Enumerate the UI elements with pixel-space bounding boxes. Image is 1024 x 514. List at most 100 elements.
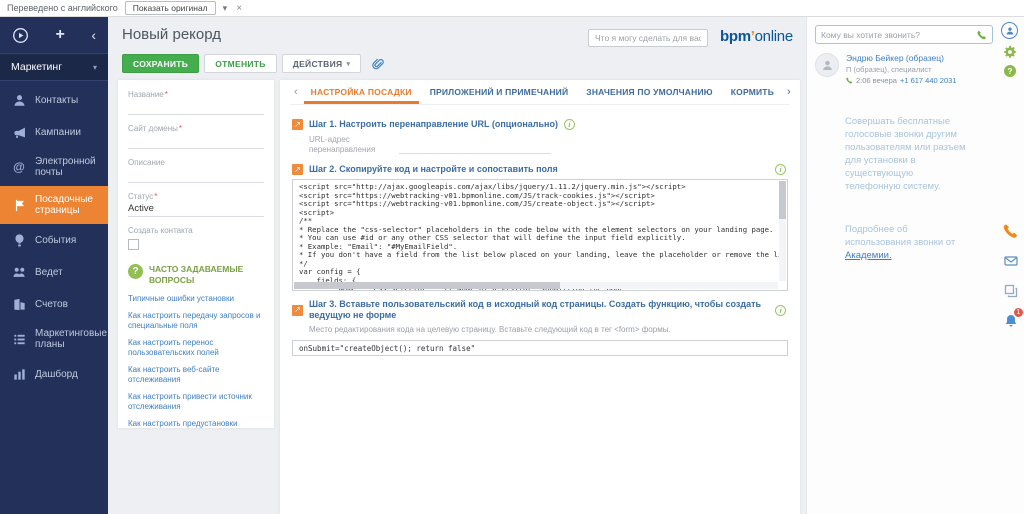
faq-link[interactable]: Типичные ошибки установки — [128, 294, 264, 304]
code-vertical-scrollbar-thumb[interactable] — [779, 181, 786, 219]
agent-call-row: 2:06 вечера +1 617 440 2031 — [846, 76, 956, 85]
landing-setup-content: ↗ Шаг 1. Настроить перенаправление URL (… — [290, 105, 790, 356]
tab-landing-setup[interactable]: НАСТРОЙКА ПОСАДКИ — [302, 80, 421, 104]
step2-title: Шаг 2. Скопируйте код и настройте и сопо… — [309, 164, 558, 174]
name-field[interactable] — [128, 100, 264, 115]
notification-badge: 1 — [1013, 307, 1024, 318]
step1-info-icon[interactable]: i — [563, 119, 575, 130]
workspace-label: Маркетинг — [11, 61, 63, 73]
step-arrow-icon: ↗ — [292, 119, 303, 130]
call-search-input[interactable] — [821, 29, 973, 40]
user-profile-icon[interactable] — [1001, 22, 1018, 39]
add-record-icon[interactable]: + — [55, 27, 64, 43]
description-field[interactable] — [128, 168, 264, 183]
step1-title: Шаг 1. Настроить перенаправление URL (оп… — [309, 119, 558, 129]
agent-avatar[interactable] — [815, 53, 839, 77]
tracking-code: <script src="http://ajax.googleapis.com/… — [299, 182, 787, 290]
panel-settings-gear-icon[interactable] — [1003, 45, 1017, 59]
code-vertical-scrollbar[interactable] — [779, 181, 786, 281]
workspace-selector[interactable]: Маркетинг ▾ — [0, 53, 108, 81]
collapse-sidebar-icon[interactable]: ‹ — [91, 27, 96, 43]
agent-name[interactable]: Эндрю Бейкер (образец) — [846, 53, 956, 63]
list-icon — [11, 331, 27, 347]
workspace-caret-icon: ▾ — [92, 62, 97, 72]
sidebar-item-leads[interactable]: Ведет — [0, 256, 108, 288]
onsubmit-code-field[interactable]: onSubmit="createObject(); return false" — [292, 340, 788, 356]
record-form-card: Название* Сайт домены* Описание Статус* … — [118, 80, 274, 428]
sidebar-item-accounts[interactable]: Счетов — [0, 288, 108, 320]
small-phone-icon — [846, 77, 853, 84]
faq-link[interactable]: Как настроить перенос пользовательских п… — [128, 338, 264, 358]
status-field[interactable]: Active — [128, 202, 264, 217]
tabs-scroll-right-icon[interactable]: › — [783, 86, 795, 98]
paperclip-icon[interactable] — [371, 57, 385, 71]
tab-feed[interactable]: КОРМИТЬ — [722, 80, 783, 104]
agent-info: Эндрю Бейкер (образец) П (образец), спец… — [846, 53, 956, 85]
sidebar-item-label: Электронной почты — [35, 156, 96, 178]
faq-link[interactable]: Как настроить передачу запросов и специа… — [128, 311, 264, 331]
faq-link[interactable]: Как настроить привести источник отслежив… — [128, 392, 264, 412]
create-contact-checkbox[interactable] — [128, 239, 139, 250]
sidebar-item-dashboard[interactable]: Дашборд — [0, 358, 108, 390]
step2-info-icon[interactable]: i — [775, 164, 786, 175]
call-phone-icon[interactable] — [977, 30, 987, 40]
step-arrow-icon: ↗ — [292, 304, 303, 316]
app-frame: + ‹ Маркетинг ▾ Контакты Кампании @ Элек… — [0, 17, 1024, 514]
notifications-bell-icon[interactable]: 1 — [1000, 307, 1024, 331]
calls-tab-phone-icon[interactable] — [1000, 220, 1021, 241]
required-marker: * — [178, 124, 183, 133]
faq-section: ? ЧАСТО ЗАДАВАЕМЫЕ ВОПРОСЫ Типичные ошиб… — [128, 264, 264, 428]
required-marker: * — [154, 192, 158, 201]
sidebar-item-marketing-plans[interactable]: Маркетинговые планы — [0, 320, 108, 358]
question-circle-icon: ? — [128, 264, 143, 279]
bpmonline-window: Переведено с английского Показать оригин… — [0, 0, 1024, 514]
domain-field[interactable] — [128, 134, 264, 149]
sidebar-item-campaigns[interactable]: Кампании — [0, 116, 108, 148]
actions-button[interactable]: ДЕЙСТВИЯ ▾ — [281, 54, 362, 73]
email-tab-icon[interactable] — [1000, 250, 1021, 271]
people-group-icon — [11, 264, 27, 280]
bpmonline-logo: bpm’online — [720, 28, 793, 45]
sidebar-item-events[interactable]: События — [0, 224, 108, 256]
landing-pages-icon — [11, 197, 27, 213]
translate-bar: Переведено с английского Показать оригин… — [0, 0, 1024, 17]
cancel-button[interactable]: ОТМЕНИТЬ — [204, 54, 277, 73]
bar-chart-icon — [11, 366, 27, 382]
save-button[interactable]: СОХРАНИТЬ — [122, 54, 200, 73]
call-search-box — [815, 25, 993, 44]
faq-link[interactable]: Как настроить предустановки форма — [128, 419, 264, 428]
faq-link[interactable]: Как настроить веб-сайте отслеживания — [128, 365, 264, 385]
show-original-button[interactable]: Показать оригинал — [124, 1, 216, 15]
email-at-icon: @ — [13, 159, 25, 174]
translate-close-icon[interactable]: × — [236, 3, 242, 14]
tabs-scroll-left-icon[interactable]: ‹ — [290, 86, 302, 98]
run-process-icon[interactable] — [12, 27, 29, 44]
required-marker: * — [164, 90, 168, 99]
redirect-url-row: URL-адрес перенаправления — [309, 135, 788, 154]
command-line-input[interactable] — [588, 29, 708, 47]
tab-default-values[interactable]: ЗНАЧЕНИЯ ПО УМОЛЧАНИЮ — [577, 80, 721, 104]
calls-info-text: Совершать бесплатные голосовые звонки др… — [845, 116, 966, 192]
sidebar-item-email[interactable]: @ Электронной почты — [0, 148, 108, 186]
agent-phone-number[interactable]: +1 617 440 2031 — [900, 76, 957, 85]
tab-attachments-notes[interactable]: ПРИЛОЖЕНИЙ И ПРИМЕЧАНИЙ — [421, 80, 578, 104]
sidebar-top-actions: + ‹ — [0, 17, 108, 53]
sidebar-item-label: Ведет — [35, 266, 63, 278]
step1-header: ↗ Шаг 1. Настроить перенаправление URL (… — [292, 119, 788, 130]
sidebar-item-contacts[interactable]: Контакты — [0, 84, 108, 116]
code-horizontal-scrollbar[interactable] — [294, 282, 778, 289]
feed-tab-icon[interactable] — [1000, 280, 1021, 301]
building-icon — [11, 296, 27, 312]
sidebar-item-landing-pages[interactable]: Посадочные страницы — [0, 186, 108, 224]
step3-info-icon[interactable]: i — [775, 304, 786, 316]
panel-help-icon[interactable]: ? — [1004, 65, 1016, 77]
code-horizontal-scrollbar-thumb[interactable] — [294, 282, 561, 289]
agent-time: 2:06 вечера — [856, 76, 897, 85]
sidebar-item-label: Счетов — [35, 298, 68, 310]
communication-panel: ? Эндрю Бейкер (образец) П (образец), сп… — [806, 17, 1024, 514]
redirect-url-label: URL-адрес перенаправления — [309, 135, 376, 154]
academy-link[interactable]: Академии. — [845, 250, 892, 261]
redirect-url-field[interactable] — [399, 141, 551, 154]
tracking-code-block[interactable]: <script src="http://ajax.googleapis.com/… — [292, 179, 788, 291]
translate-options-caret-icon[interactable]: ▾ — [223, 3, 228, 14]
